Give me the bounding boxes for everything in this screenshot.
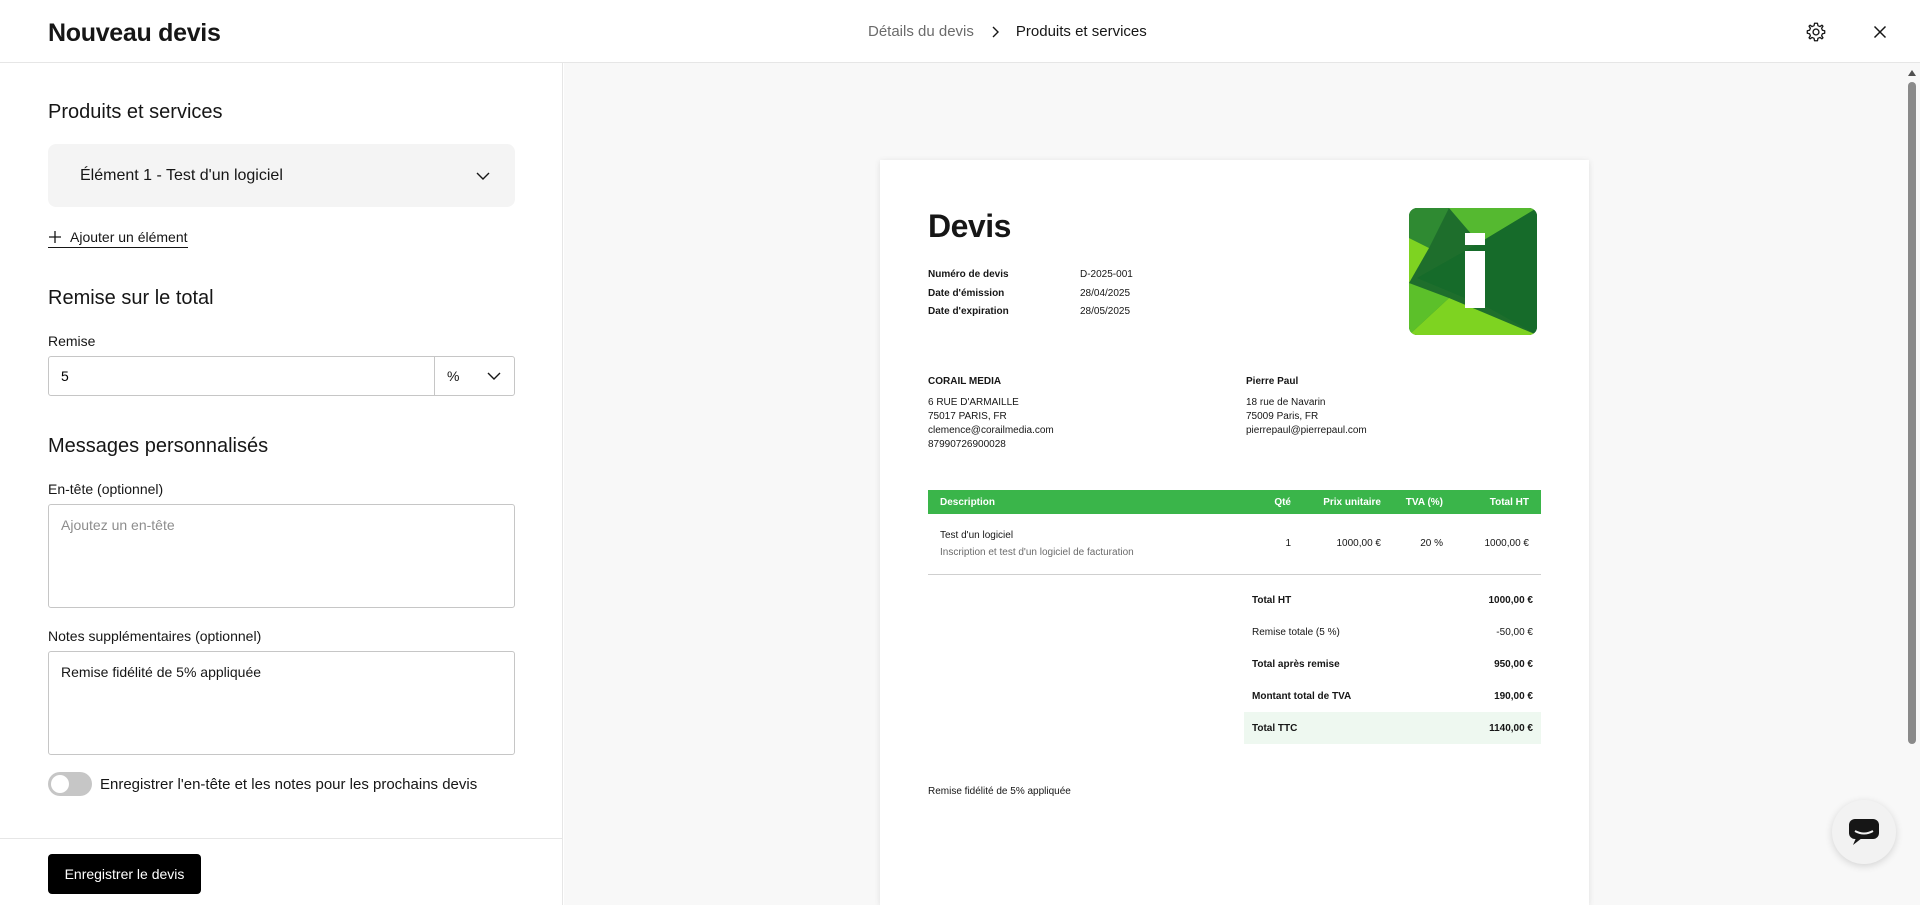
item-accordion[interactable]: Élément 1 - Test d'un logiciel <box>48 144 515 207</box>
client-line: 75009 Paris, FR <box>1246 411 1319 422</box>
breadcrumb-details[interactable]: Détails du devis <box>868 23 974 40</box>
seller-line: clemence@corailmedia.com <box>928 425 1054 436</box>
form-panel: Produits et services Élément 1 - Test d'… <box>0 63 563 905</box>
total-label: Total HT <box>1252 594 1292 606</box>
column-header: Total HT <box>1489 496 1529 508</box>
meta-value: 28/05/2025 <box>1080 306 1131 317</box>
total-value: 950,00 € <box>1494 658 1533 670</box>
client-line: pierrepaul@pierrepaul.com <box>1246 425 1367 436</box>
scroll-thumb[interactable] <box>1908 82 1916 744</box>
meta-value: D-2025-001 <box>1080 269 1133 280</box>
item-unit-price: 1000,00 € <box>1303 514 1393 575</box>
column-header: Prix unitaire <box>1323 496 1381 508</box>
meta-row: Numéro de devis D-2025-001 <box>928 266 1133 285</box>
plus-icon <box>49 231 61 243</box>
gear-icon[interactable] <box>1805 21 1827 43</box>
column-header: Qté <box>1274 496 1291 508</box>
chat-icon <box>1849 819 1879 845</box>
top-bar: Nouveau devis Détails du devis Produits … <box>0 0 1920 63</box>
client-block: Pierre Paul 18 rue de Navarin 75009 Pari… <box>1246 375 1367 438</box>
discount-unit-value: % <box>447 368 460 384</box>
chat-button[interactable] <box>1832 800 1896 864</box>
messages-section-title: Messages personnalisés <box>48 435 269 457</box>
total-row: Montant total de TVA 190,00 € <box>1244 680 1541 712</box>
document-notes: Remise fidélité de 5% appliquée <box>928 786 1071 797</box>
meta-label: Numéro de devis <box>928 269 1009 280</box>
chevron-down-icon <box>476 172 490 180</box>
products-section-title: Produits et services <box>48 101 223 123</box>
totals-block: Total HT 1000,00 € Remise totale (5 %) -… <box>1244 584 1541 744</box>
item-qty: 1 <box>1243 514 1303 575</box>
scroll-up-arrow[interactable] <box>1908 70 1916 76</box>
close-icon[interactable] <box>1869 21 1891 43</box>
notes-label: Notes supplémentaires (optionnel) <box>48 628 262 644</box>
header-textarea[interactable] <box>48 504 515 608</box>
items-table: Description Qté Prix unitaire TVA (%) To… <box>928 490 1541 575</box>
meta-row: Date d'expiration 28/05/2025 <box>928 303 1133 322</box>
client-name: Pierre Paul <box>1246 376 1299 387</box>
total-value: 1000,00 € <box>1488 594 1534 606</box>
meta-label: Date d'expiration <box>928 306 1009 317</box>
item-name: Test d'un logiciel <box>940 529 1014 541</box>
column-header: TVA (%) <box>1405 496 1443 508</box>
document-title: Devis <box>928 208 1011 244</box>
total-label: Total après remise <box>1252 658 1340 670</box>
item-description-cell: Test d'un logiciel Inscription et test d… <box>928 514 1243 575</box>
total-label: Remise totale (5 %) <box>1252 626 1340 638</box>
footer-divider <box>0 838 563 839</box>
seller-line: 75017 PARIS, FR <box>928 411 1007 422</box>
discount-label: Remise <box>48 333 96 349</box>
meta-value: 28/04/2025 <box>1080 287 1131 299</box>
total-value: 190,00 € <box>1494 690 1533 702</box>
page-title: Nouveau devis <box>48 19 221 47</box>
discount-section-title: Remise sur le total <box>48 287 214 309</box>
seller-block: CORAIL MEDIA 6 RUE D'ARMAILLE 75017 PARI… <box>928 375 1054 452</box>
seller-line: 87990726900028 <box>928 439 1006 450</box>
meta-row: Date d'émission 28/04/2025 <box>928 285 1133 304</box>
total-row: Total après remise 950,00 € <box>1244 648 1541 680</box>
grand-total-row: Total TTC 1140,00 € <box>1244 712 1541 744</box>
item-accordion-label: Élément 1 - Test d'un logiciel <box>80 166 283 184</box>
item-total: 1000,00 € <box>1455 514 1541 575</box>
column-header: Description <box>940 496 996 508</box>
add-item-label: Ajouter un élément <box>70 229 188 245</box>
items-table-header: Description Qté Prix unitaire TVA (%) To… <box>928 490 1541 514</box>
client-line: 18 rue de Navarin <box>1246 397 1326 408</box>
item-vat: 20 % <box>1393 514 1455 575</box>
breadcrumb: Détails du devis Produits et services <box>868 23 1147 40</box>
quote-meta: Numéro de devis D-2025-001 Date d'émissi… <box>928 266 1133 322</box>
table-row: Test d'un logiciel Inscription et test d… <box>928 514 1541 575</box>
chevron-down-icon <box>487 372 501 380</box>
add-item-button[interactable]: Ajouter un élément <box>48 229 188 248</box>
header-label: En-tête (optionnel) <box>48 481 164 497</box>
save-messages-toggle[interactable] <box>48 772 92 796</box>
save-messages-toggle-label: Enregistrer l'en-tête et les notes pour … <box>100 775 478 793</box>
notes-textarea[interactable]: Remise fidélité de 5% appliquée <box>48 651 515 755</box>
seller-line: 6 RUE D'ARMAILLE <box>928 397 1019 408</box>
quote-document: Devis Numéro de devis D-2025-001 Date d'… <box>880 160 1589 905</box>
seller-name: CORAIL MEDIA <box>928 376 1002 387</box>
breadcrumb-products: Produits et services <box>1015 23 1147 40</box>
discount-field: % <box>48 356 515 396</box>
total-value: 1140,00 € <box>1489 722 1533 734</box>
chevron-right-icon <box>992 26 999 37</box>
total-label: Total TTC <box>1252 722 1298 734</box>
total-row: Remise totale (5 %) -50,00 € <box>1244 616 1541 648</box>
meta-label: Date d'émission <box>928 287 1005 299</box>
save-messages-toggle-row: Enregistrer l'en-tête et les notes pour … <box>48 772 477 796</box>
save-quote-button[interactable]: Enregistrer le devis <box>48 854 201 894</box>
discount-input[interactable] <box>49 357 434 395</box>
total-label: Montant total de TVA <box>1252 690 1352 702</box>
company-logo <box>1409 208 1537 335</box>
item-description: Inscription et test d'un logiciel de fac… <box>940 546 1134 558</box>
total-row: Total HT 1000,00 € <box>1244 584 1541 616</box>
total-value: -50,00 € <box>1496 626 1533 638</box>
discount-unit-select[interactable]: % <box>434 357 514 395</box>
